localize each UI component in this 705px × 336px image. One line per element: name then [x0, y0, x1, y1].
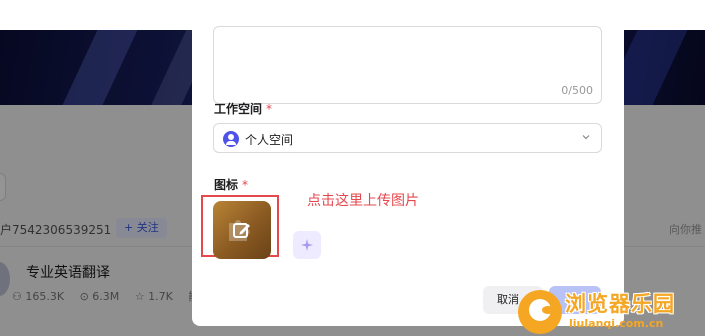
icon-upload[interactable]: [213, 201, 271, 259]
watermark-url: liulanqi.com.cn: [569, 317, 664, 330]
description-textarea[interactable]: 0/500: [213, 26, 602, 104]
workspace-label: 工作空间 *: [214, 102, 273, 116]
user-icon: [223, 131, 239, 147]
edit-icon: [233, 223, 250, 238]
chevron-down-icon: [582, 135, 590, 140]
icon-label: 图标 *: [214, 178, 249, 192]
ai-generate-icon-button[interactable]: [293, 231, 321, 259]
required-mark: *: [266, 102, 273, 116]
workspace-select[interactable]: 个人空间: [213, 123, 602, 153]
create-bot-dialog: 0/500 工作空间 * 个人空间 图标 * 点击这里上传图片 取消: [192, 26, 624, 326]
watermark-logo: [518, 290, 562, 334]
required-mark: *: [242, 178, 249, 192]
sparkle-icon: [301, 239, 313, 251]
annotation-hint: 点击这里上传图片: [307, 193, 419, 209]
watermark-text: 浏览器乐园: [565, 292, 675, 316]
description-counter: 0/500: [561, 84, 593, 97]
workspace-value: 个人空间: [245, 133, 294, 147]
